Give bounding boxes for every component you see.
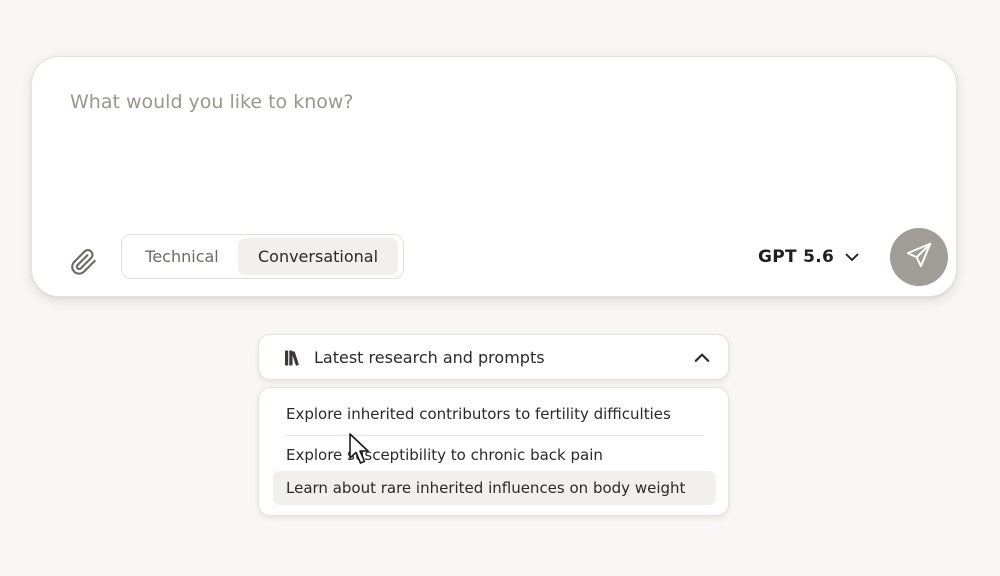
chat-composer: Technical Conversational GPT 5.6 xyxy=(31,56,957,297)
prompt-item[interactable]: Explore inherited contributors to fertil… xyxy=(273,397,716,431)
chevron-up-icon xyxy=(693,349,711,367)
mode-technical-option[interactable]: Technical xyxy=(126,238,238,275)
prompts-list: Explore inherited contributors to fertil… xyxy=(258,387,729,516)
prompts-title: Latest research and prompts xyxy=(314,348,545,367)
divider xyxy=(286,435,704,436)
mode-conversational-option[interactable]: Conversational xyxy=(238,238,398,275)
prompts-toggle[interactable]: Latest research and prompts xyxy=(258,334,729,380)
attach-button[interactable] xyxy=(66,247,100,281)
model-selector[interactable]: GPT 5.6 xyxy=(758,244,860,270)
prompt-input[interactable] xyxy=(70,87,870,117)
model-label: GPT 5.6 xyxy=(758,247,835,267)
prompt-item[interactable]: Learn about rare inherited influences on… xyxy=(273,471,716,505)
books-icon xyxy=(283,348,303,368)
prompt-item[interactable]: Explore susceptibility to chronic back p… xyxy=(273,438,716,472)
paper-plane-icon xyxy=(904,240,934,274)
send-button[interactable] xyxy=(890,228,948,286)
paperclip-icon xyxy=(68,247,98,281)
response-mode-toggle: Technical Conversational xyxy=(121,234,404,279)
chevron-down-icon xyxy=(844,249,860,265)
